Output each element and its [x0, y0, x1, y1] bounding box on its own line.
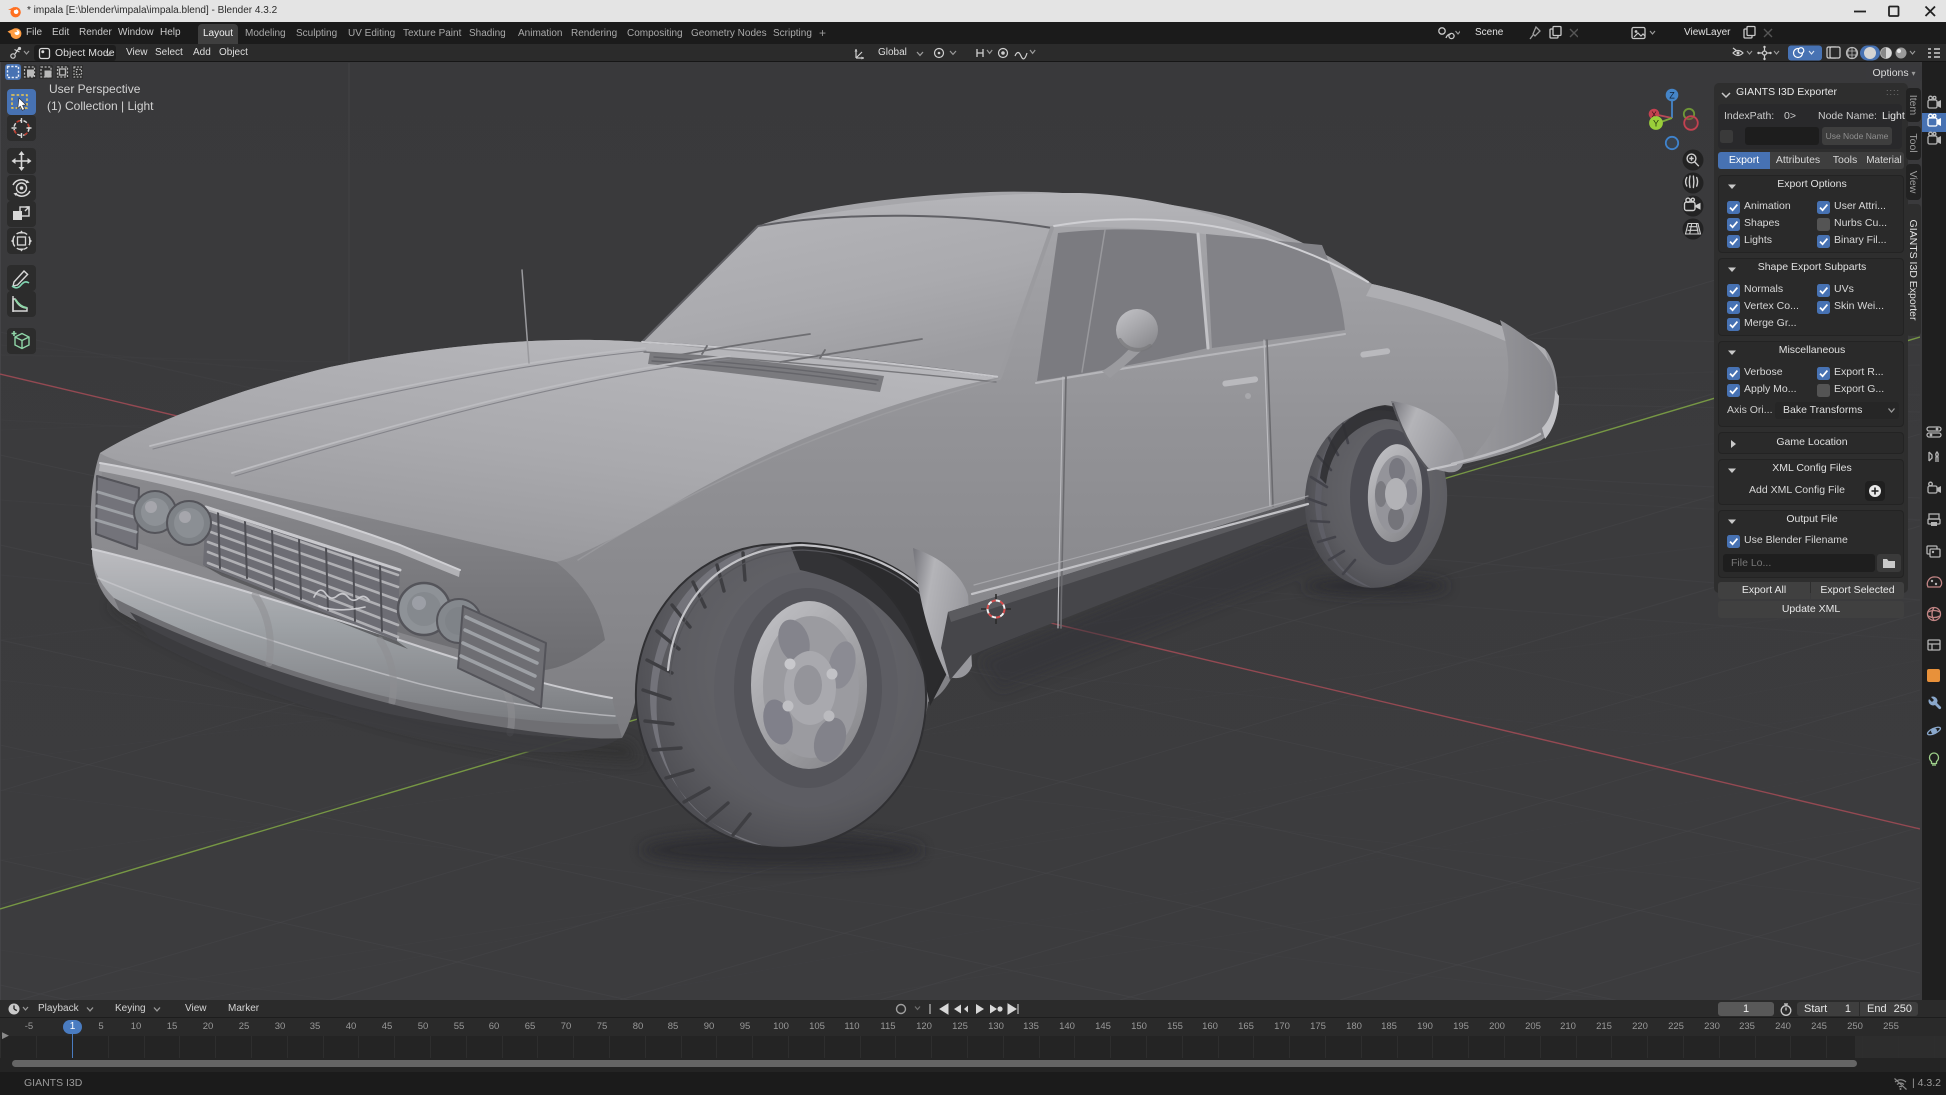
svg-text:View: View	[1907, 171, 1919, 194]
svg-text:Item: Item	[1907, 95, 1919, 116]
svg-text:GIANTS I3D Exporter: GIANTS I3D Exporter	[1907, 220, 1919, 321]
svg-text:Z: Z	[1669, 91, 1675, 101]
svg-text:Y: Y	[1653, 119, 1659, 129]
svg-text:Tool: Tool	[1907, 133, 1919, 152]
